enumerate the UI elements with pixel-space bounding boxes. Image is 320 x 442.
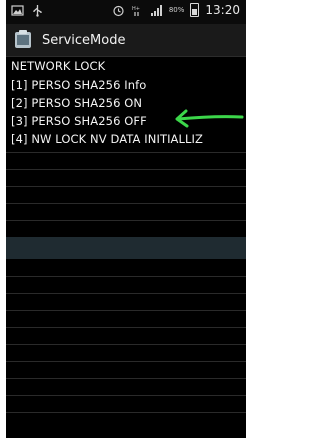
- divider: [6, 293, 246, 294]
- status-bar: H+ 80% 13:20: [6, 0, 246, 24]
- divider: [6, 412, 246, 413]
- service-mode-app-icon: [15, 30, 31, 48]
- divider: [6, 310, 246, 311]
- divider: [6, 220, 246, 221]
- menu-item-perso-sha256-off[interactable]: [3] PERSO SHA256 OFF: [11, 114, 147, 128]
- divider: [6, 152, 246, 153]
- highlighted-row[interactable]: [6, 237, 246, 259]
- battery-icon: [190, 3, 200, 17]
- divider: [6, 361, 246, 362]
- divider: [6, 186, 246, 187]
- alarm-icon: [113, 5, 124, 16]
- divider: [6, 344, 246, 345]
- service-mode-menu: NETWORK LOCK [1] PERSO SHA256 Info [2] P…: [6, 57, 246, 438]
- clock: 13:20: [205, 3, 240, 17]
- svg-text:H+: H+: [132, 6, 140, 12]
- divider: [6, 327, 246, 328]
- usb-icon: [33, 5, 42, 17]
- menu-item-perso-sha256-info[interactable]: [1] PERSO SHA256 Info: [11, 78, 146, 92]
- menu-item-nw-lock-nv-data-init[interactable]: [4] NW LOCK NV DATA INITIALLIZ: [11, 132, 203, 146]
- menu-item-perso-sha256-on[interactable]: [2] PERSO SHA256 ON: [11, 96, 142, 110]
- app-title: ServiceMode: [42, 32, 126, 48]
- network-icon: H+: [132, 6, 140, 16]
- battery-percent: 80%: [168, 6, 185, 14]
- phone-screen: H+ 80% 13:20 ServiceMode NETWORK LOCK [1…: [6, 0, 246, 438]
- title-bar: ServiceMode: [6, 24, 246, 57]
- signal-icon: [150, 4, 162, 16]
- green-arrow-annotation: [175, 109, 244, 128]
- divider: [6, 276, 246, 277]
- divider: [6, 203, 246, 204]
- menu-heading: NETWORK LOCK: [11, 59, 106, 73]
- divider: [6, 169, 246, 170]
- divider: [6, 395, 246, 396]
- divider: [6, 378, 246, 379]
- picture-icon: [11, 5, 24, 16]
